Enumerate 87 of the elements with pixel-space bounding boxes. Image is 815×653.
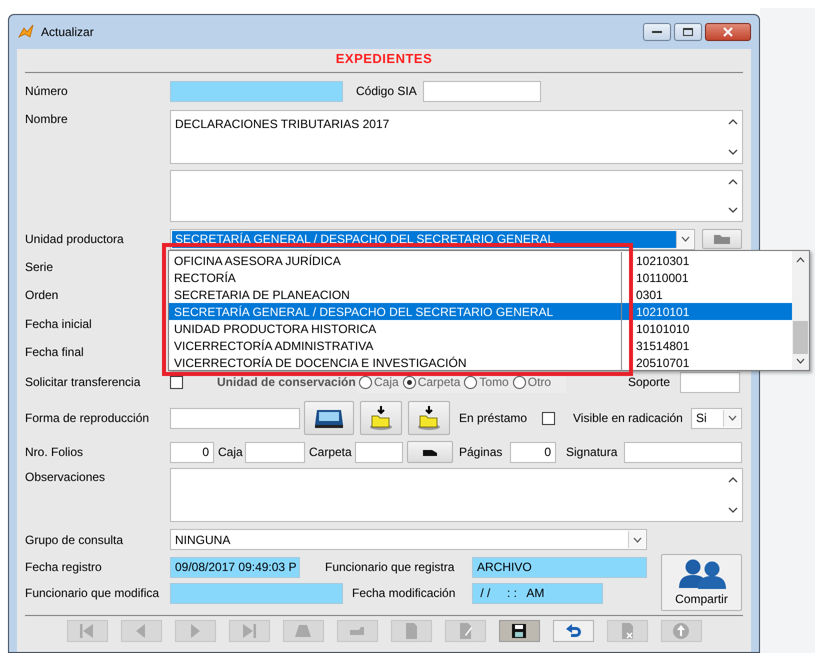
field-label: Código SIA (356, 83, 418, 100)
list-option[interactable]: RECTORÍA 10110001 (169, 269, 792, 286)
download-folder-icon (416, 405, 442, 431)
folder-button[interactable] (702, 229, 742, 249)
dropdown[interactable]: NINGUNA (170, 529, 647, 550)
download-folder-button[interactable] (408, 401, 450, 435)
scanner-button[interactable] (304, 401, 354, 435)
scroll-down-icon[interactable] (728, 205, 738, 215)
field-label: Caja (218, 444, 244, 461)
input-field[interactable] (170, 408, 300, 428)
field-label: Funcionario que modifica (25, 585, 160, 602)
field-label: Solicitar transferencia (25, 374, 142, 391)
maximize-icon (683, 28, 693, 36)
radio-button[interactable] (464, 376, 478, 388)
list-option[interactable]: UNIDAD PRODUCTORA HISTORICA 10101010 (169, 320, 792, 337)
dropdown[interactable]: Si (691, 408, 742, 428)
scroll-down-icon[interactable] (728, 147, 738, 157)
scroll-up-icon[interactable] (728, 177, 738, 187)
input-field[interactable] (423, 80, 541, 102)
field-label: Páginas (459, 444, 504, 461)
scrollbar[interactable] (792, 251, 809, 370)
input-field[interactable]: / / : : AM (472, 582, 603, 604)
list-option[interactable]: VICERRECTORÍA ADMINISTRATIVA 31514801 (169, 337, 792, 354)
input-field[interactable] (170, 582, 343, 604)
scroll-up-icon[interactable] (728, 117, 738, 127)
field-label: Fecha final (25, 344, 85, 361)
field-label: Carpeta (309, 444, 353, 461)
undo-arrow-button[interactable] (552, 620, 594, 642)
checkbox[interactable] (170, 376, 183, 388)
field-label: Grupo de consulta (25, 532, 124, 548)
scroll-down-icon[interactable] (728, 505, 738, 515)
field-label: Fecha inicial (25, 316, 93, 333)
close-button[interactable] (705, 23, 751, 41)
download-folder-icon (368, 405, 394, 431)
scanner-icon (314, 407, 344, 429)
minimize-icon (652, 30, 662, 34)
maximize-button[interactable] (674, 23, 702, 41)
floppy-disk-button[interactable] (498, 620, 540, 642)
radio-button[interactable] (512, 376, 526, 388)
radio-button[interactable] (359, 376, 372, 388)
stamp-button[interactable] (407, 441, 453, 463)
field-label: En préstamo (459, 410, 528, 427)
field-label: Soporte (628, 374, 672, 391)
input-field[interactable]: 0 (170, 442, 214, 462)
field-label: Nro. Folios (25, 444, 84, 461)
radio-label: Caja (374, 374, 399, 391)
input-field[interactable] (355, 442, 403, 462)
folder-icon (713, 233, 731, 245)
field-label: Forma de reproducción (25, 410, 150, 427)
list-option[interactable]: SECRETARÍA GENERAL / DESPACHO DEL SECRETARIO GENERAL 10210101 (169, 303, 792, 320)
field-label: Orden (25, 287, 60, 304)
scroll-up-icon[interactable] (728, 475, 738, 485)
list-option[interactable]: OFICINA ASESORA JURÍDICA 10210301 (169, 252, 792, 269)
share-button[interactable]: Compartir (661, 554, 742, 611)
radio-label: Otro (528, 374, 552, 391)
radio-button[interactable] (402, 376, 416, 388)
input-field[interactable]: 09/08/2017 09:49:03 P (170, 556, 300, 578)
app-icon (17, 23, 35, 41)
minimize-button[interactable] (643, 23, 671, 41)
stamp-icon (421, 447, 439, 457)
input-field[interactable] (245, 442, 305, 462)
field-label: Signatura (566, 444, 618, 461)
window-title: Actualizar (41, 24, 94, 41)
radio-label: Tomo (479, 374, 509, 391)
text-area[interactable]: DECLARACIONES TRIBUTARIAS 2017 (170, 110, 743, 164)
download-folder-button[interactable] (360, 401, 402, 435)
field-label: Observaciones (25, 469, 106, 486)
field-label: Número (25, 83, 69, 100)
input-field[interactable]: 0 (510, 442, 556, 462)
input-field[interactable] (170, 80, 343, 102)
field-label: Fecha modificación (352, 585, 456, 602)
field-label: Funcionario que registra (325, 559, 456, 576)
input-field[interactable] (680, 372, 740, 392)
field-label: Nombre (25, 111, 69, 128)
field-label: Fecha registro (25, 559, 103, 576)
field-label: Unidad productora (25, 231, 125, 248)
list-option[interactable]: VICERRECTORÍA DE DOCENCIA E INVESTIGACIÓN 20510701 (169, 354, 792, 371)
input-field[interactable] (624, 442, 742, 462)
input-field[interactable]: ARCHIVO (472, 556, 647, 578)
field-label: Serie (25, 259, 54, 276)
radio-label: Carpeta (418, 374, 460, 391)
field-label: Unidad de conservación (217, 374, 357, 391)
field-label: Visible en radicación (573, 410, 684, 427)
form-title: EXPEDIENTES (334, 50, 434, 68)
close-icon (723, 27, 733, 37)
scrollbar-thumb[interactable] (793, 321, 808, 354)
checkbox[interactable] (542, 412, 555, 424)
